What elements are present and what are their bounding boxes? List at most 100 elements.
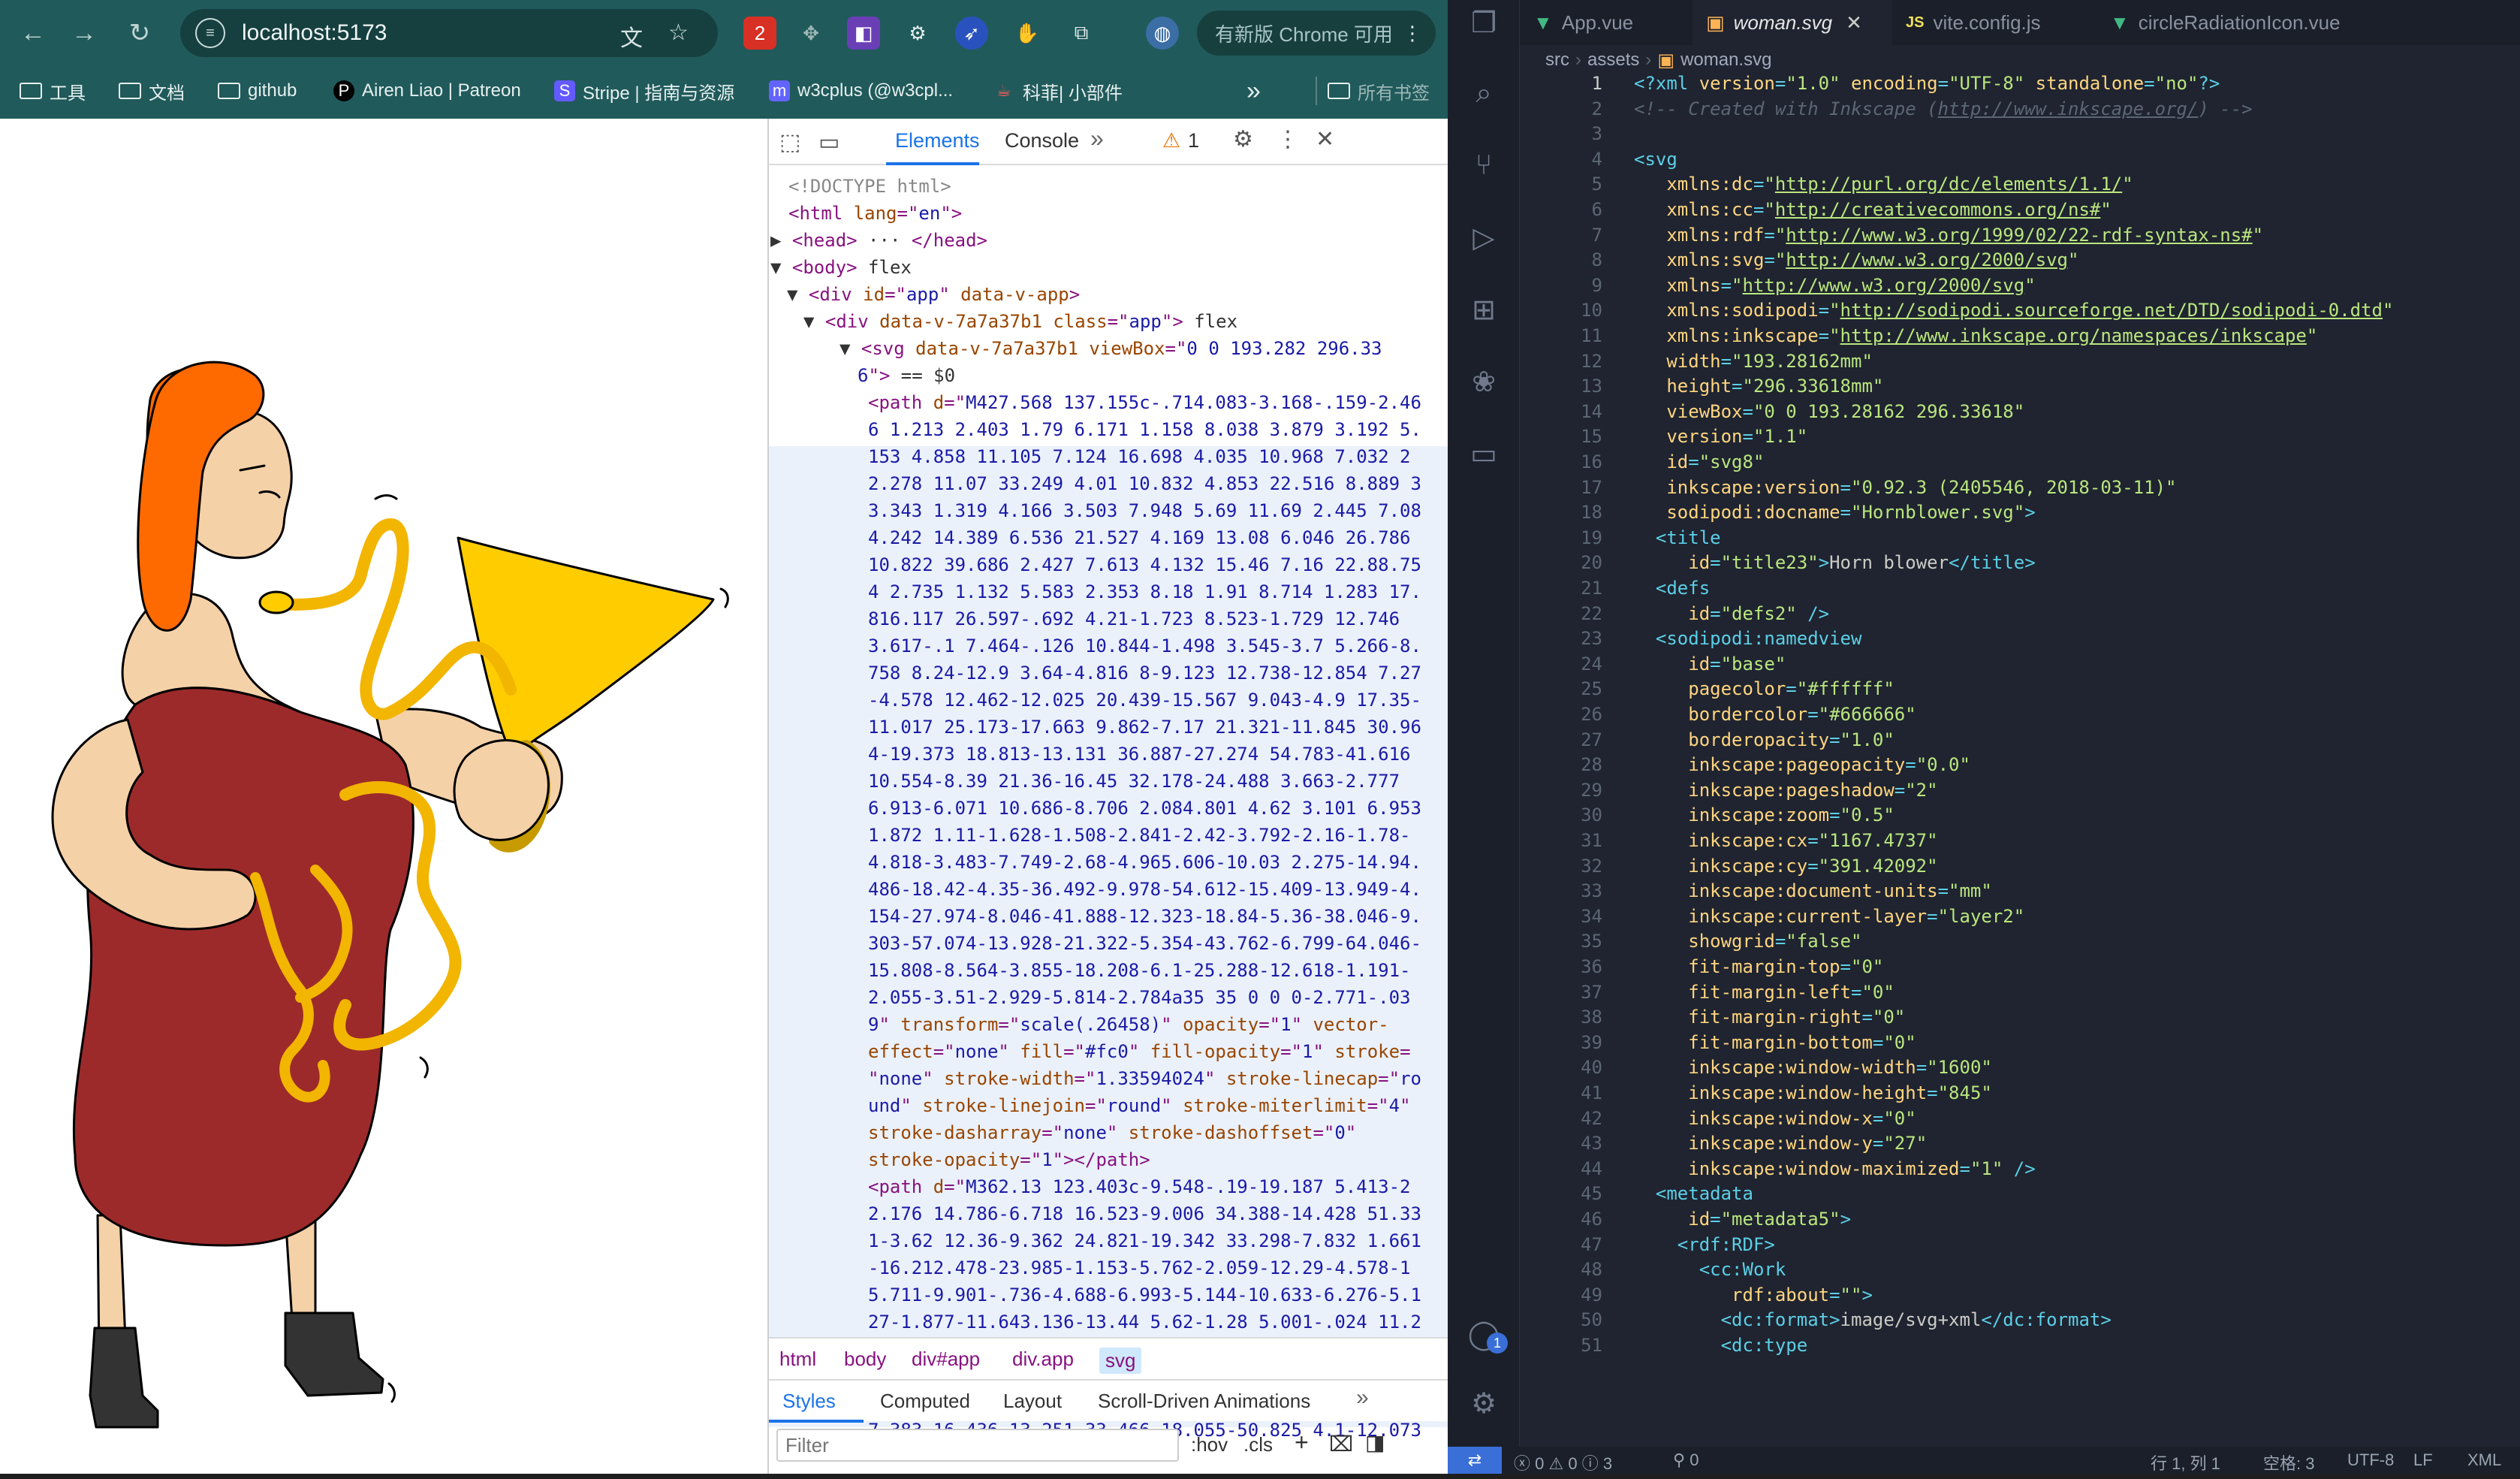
dom-node-line[interactable]: 3.617-.1 7.464-.126 10.844-1.498 3.545-3… xyxy=(868,632,1421,660)
code-line[interactable]: fit-margin-left="0" xyxy=(1634,982,1895,1003)
dom-node-line[interactable]: 4.242 14.389 6.536 21.527 4.169 13.08 6.… xyxy=(868,524,1421,551)
bookmarks-overflow-button[interactable]: » xyxy=(1246,77,1261,105)
code-line[interactable]: xmlns="http://www.w3.org/2000/svg" xyxy=(1634,275,2035,296)
dom-node-line[interactable]: ▼ <div data-v-7a7a37b1 class="app"> flex xyxy=(803,308,1237,335)
code-line[interactable]: inkscape:window-y="27" xyxy=(1634,1133,1927,1154)
extension-gear-icon[interactable]: ⚙ xyxy=(901,17,934,50)
tab-styles[interactable]: Styles xyxy=(782,1390,836,1413)
tab-computed[interactable]: Computed xyxy=(880,1390,970,1413)
forward-button[interactable]: → xyxy=(68,17,101,50)
tab-scroll-driven-animations[interactable]: Scroll-Driven Animations xyxy=(1098,1390,1310,1413)
explorer-icon[interactable]: ❐ xyxy=(1463,2,1505,44)
dom-node-line[interactable]: 10.554-8.39 21.36-16.45 32.178-24.488 3.… xyxy=(868,768,1410,795)
code-line[interactable]: xmlns:dc="http://purl.org/dc/elements/1.… xyxy=(1634,174,2133,195)
dom-node-line[interactable]: <html lang="en"> xyxy=(788,200,962,227)
code-line[interactable]: inkscape:zoom="0.5" xyxy=(1634,804,1895,826)
dom-node-line[interactable]: <path d="M427.568 137.155c-.714.083-3.16… xyxy=(868,389,1421,416)
close-tab-icon[interactable]: ✕ xyxy=(1846,11,1862,35)
dom-node-line[interactable]: 9" transform="scale(.26458)" opacity="1"… xyxy=(868,1011,1389,1038)
device-toolbar-icon[interactable]: ▭ xyxy=(818,129,839,155)
extension-crosshair-icon[interactable]: ✥ xyxy=(794,17,827,50)
dom-node-line[interactable]: ▶ <head> ··· </head> xyxy=(770,227,987,254)
code-line[interactable]: xmlns:cc="http://creativecommons.org/ns#… xyxy=(1634,199,2111,220)
dom-node-line[interactable]: ▼ <body> flex xyxy=(770,254,912,281)
code-line[interactable]: id="metadata5"> xyxy=(1634,1209,1851,1230)
code-line[interactable]: id="svg8" xyxy=(1634,451,1764,472)
dom-node-line[interactable]: 6"> == $0 xyxy=(858,362,955,389)
code-line[interactable]: inkscape:document-units="mm" xyxy=(1634,880,1992,901)
dom-node-line[interactable]: 303-57.074-13.928-21.322-5.354-43.762-6.… xyxy=(868,930,1421,957)
inspect-element-icon[interactable]: ⬚ xyxy=(779,129,800,155)
remote-indicator-icon[interactable]: ⇄ xyxy=(1448,1447,1502,1474)
tab-vite-config-js[interactable]: JS vite.config.js xyxy=(1892,0,2096,45)
breadcrumb-svg[interactable]: svg xyxy=(1099,1348,1142,1374)
run-debug-icon[interactable]: ▷ xyxy=(1463,216,1505,258)
collapse-triangle-icon[interactable]: ▼ xyxy=(787,284,809,305)
code-line[interactable]: inkscape:window-maximized="1" /> xyxy=(1634,1158,2035,1179)
code-line[interactable]: width="193.28162mm" xyxy=(1634,351,1873,372)
bookmark-star-icon[interactable]: ☆ xyxy=(668,20,689,46)
paw-extension-icon[interactable]: ❀ xyxy=(1463,361,1505,403)
code-line[interactable]: id="base" xyxy=(1634,653,1786,675)
dom-node-line[interactable]: 2.055-3.51-2.929-5.814-2.784a35 35 0 0 0… xyxy=(868,984,1410,1011)
code-line[interactable]: xmlns:inkscape="http://www.inkscape.org/… xyxy=(1634,325,2317,346)
more-tabs-button[interactable]: » xyxy=(1090,125,1104,152)
dom-node-line[interactable]: -4.578 12.462-12.025 20.439-15.567 9.043… xyxy=(868,687,1421,714)
dom-node-line[interactable]: 486-18.42-4.35-36.492-9.978-54.612-15.40… xyxy=(868,876,1421,903)
extensions-icon[interactable]: ⊞ xyxy=(1463,288,1505,331)
dom-node-line[interactable]: 2.176 14.786-6.718 16.523-9.006 34.388-1… xyxy=(868,1200,1421,1227)
cursor-position[interactable]: 行 1, 列 1 xyxy=(2151,1450,2220,1474)
site-info-icon[interactable]: ≡ xyxy=(195,18,225,48)
code-line[interactable]: inkscape:window-width="1600" xyxy=(1634,1057,1992,1078)
indentation[interactable]: 空格: 3 xyxy=(2263,1450,2314,1474)
expand-triangle-icon[interactable]: ▶ xyxy=(770,230,792,251)
code-line[interactable]: <svg xyxy=(1634,149,1677,170)
code-line[interactable]: version="1.1" xyxy=(1634,426,1807,447)
profile-avatar[interactable]: ◍ xyxy=(1146,17,1179,50)
folder-icon[interactable]: ▭ xyxy=(1463,433,1505,475)
tab-app-vue[interactable]: ▼ App.vue xyxy=(1520,0,1693,45)
settings-gear-icon[interactable]: ⚙ xyxy=(1233,126,1253,152)
code-line[interactable]: height="296.33618mm" xyxy=(1634,376,1883,397)
breadcrumb-woman-svg[interactable]: woman.svg xyxy=(1681,50,1771,71)
code-line[interactable]: fit-margin-top="0" xyxy=(1634,956,1883,977)
code-line[interactable]: <?xml version="1.0" encoding="UTF-8" sta… xyxy=(1634,75,2220,94)
code-line[interactable]: xmlns:sodipodi="http://sodipodi.sourcefo… xyxy=(1634,300,2393,321)
dom-tree[interactable]: <!DOCTYPE html> <html lang="en"> ▶ <head> … xyxy=(769,167,1449,1459)
bookmark-item[interactable]: 文档 xyxy=(119,77,185,105)
language-mode[interactable]: XML xyxy=(2467,1450,2501,1470)
dom-node-line[interactable]: <path d="M362.13 123.403c-9.548-.19-19.1… xyxy=(868,1173,1410,1200)
code-line[interactable]: inkscape:window-height="845" xyxy=(1634,1082,1992,1103)
search-icon[interactable]: ⌕ xyxy=(1463,72,1505,114)
breadcrumb-assets[interactable]: assets xyxy=(1587,50,1639,71)
dom-node-line[interactable]: 5.711-9.901-.736-4.688-6.993-5.144-10.63… xyxy=(868,1281,1421,1308)
code-line[interactable]: sodipodi:docname="Hornblower.svg"> xyxy=(1634,502,2035,523)
code-line[interactable]: inkscape:version="0.92.3 (2405546, 2018-… xyxy=(1634,477,2176,498)
manage-gear-icon[interactable]: ⚙ xyxy=(1463,1382,1505,1424)
breadcrumb-html[interactable]: html xyxy=(779,1348,816,1371)
styles-filter-input[interactable] xyxy=(776,1429,1179,1462)
reload-button[interactable]: ↻ xyxy=(123,17,156,50)
code-line[interactable]: <rdf:RDF> xyxy=(1634,1234,1775,1255)
code-line[interactable]: <defs xyxy=(1634,578,1710,599)
ports-status[interactable]: ⚲ 0 xyxy=(1673,1450,1699,1470)
tab-console[interactable]: Console xyxy=(1005,129,1079,152)
dom-node-line[interactable]: stroke-dasharray="none" stroke-dashoffse… xyxy=(868,1119,1356,1146)
dom-node-line[interactable]: 15.808-8.564-3.855-18.208-6.1-25.288-12.… xyxy=(868,957,1410,984)
dom-node-line[interactable]: und" stroke-linejoin="round" stroke-mite… xyxy=(868,1092,1411,1119)
tab-woman-svg[interactable]: ▣ woman.svg ✕ xyxy=(1693,0,1892,45)
extension-blue-icon[interactable]: ➶ xyxy=(955,17,988,50)
close-icon[interactable]: ✕ xyxy=(1316,126,1334,152)
warning-icon[interactable]: ⚠ xyxy=(1162,129,1180,152)
dom-node-line[interactable]: 27-1.877-11.643.136-13.44 5.62-1.28 5.00… xyxy=(868,1308,1421,1336)
problems-status[interactable]: ⓧ 0 ⚠ 0 ⓘ 3 xyxy=(1514,1450,1612,1474)
dom-node-line[interactable]: 153 4.858 11.105 7.124 16.698 4.035 10.9… xyxy=(868,443,1421,470)
dom-node-line[interactable]: ▼ <svg data-v-7a7a37b1 viewBox="0 0 193.… xyxy=(839,335,1382,362)
dom-node-line[interactable]: 6.913-6.071 10.686-8.706 2.084.801 4.62 … xyxy=(868,795,1421,822)
dom-node-line[interactable]: 1-3.62 12.36-9.362 24.821-19.342 33.298-… xyxy=(868,1227,1421,1254)
extensions-puzzle-icon[interactable]: ⧉ xyxy=(1065,17,1098,50)
translate-icon[interactable]: 文 xyxy=(620,20,643,53)
source-control-icon[interactable]: ⑂ xyxy=(1463,144,1505,186)
paint-brush-icon[interactable]: ⌧ xyxy=(1329,1432,1353,1456)
code-line[interactable]: <title xyxy=(1634,527,1721,548)
